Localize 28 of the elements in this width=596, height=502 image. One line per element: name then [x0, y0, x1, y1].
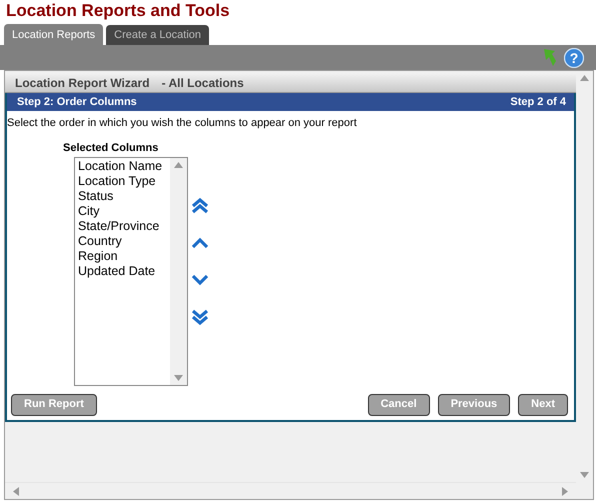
scroll-right-icon[interactable] — [562, 486, 568, 496]
wizard-title: Location Report Wizard — [15, 75, 150, 92]
page-title: Location Reports and Tools — [6, 0, 231, 22]
wizard-subtitle: - All Locations — [162, 75, 244, 92]
step-title: Step 2: Order Columns — [17, 95, 137, 110]
tab[interactable]: Create a Location — [106, 25, 210, 45]
list-item[interactable]: Updated Date — [78, 264, 170, 278]
scroll-down-icon[interactable] — [174, 374, 183, 380]
step-counter: Step 2 of 4 — [510, 95, 566, 110]
list-item[interactable]: Location Name — [78, 158, 170, 174]
tab[interactable]: Location Reports — [4, 24, 104, 45]
list-item[interactable]: City — [78, 204, 170, 218]
columns-listbox[interactable]: Location Name Location Type Status City State/Province Country Region Updated Date — [74, 156, 188, 386]
list-item[interactable]: Status — [78, 188, 170, 204]
arrow-icon[interactable] — [542, 49, 556, 66]
list-label: Selected Columns — [63, 141, 160, 156]
help-icon[interactable]: ? — [564, 48, 584, 68]
scroll-left-icon[interactable] — [13, 486, 19, 496]
scroll-up-icon[interactable] — [174, 162, 183, 168]
list-item[interactable]: Region — [78, 248, 170, 264]
scroll-up-icon[interactable] — [580, 75, 589, 81]
list-item[interactable]: Location Type — [78, 174, 170, 188]
move-top-icon[interactable] — [191, 196, 209, 214]
instructions-text: Select the order in which you wish the columns to appear on your report — [7, 116, 358, 130]
list-item[interactable]: Country — [78, 234, 170, 248]
list-item[interactable]: State/Province — [78, 218, 170, 234]
move-bottom-icon[interactable] — [191, 308, 209, 326]
scroll-down-icon[interactable] — [580, 472, 589, 478]
